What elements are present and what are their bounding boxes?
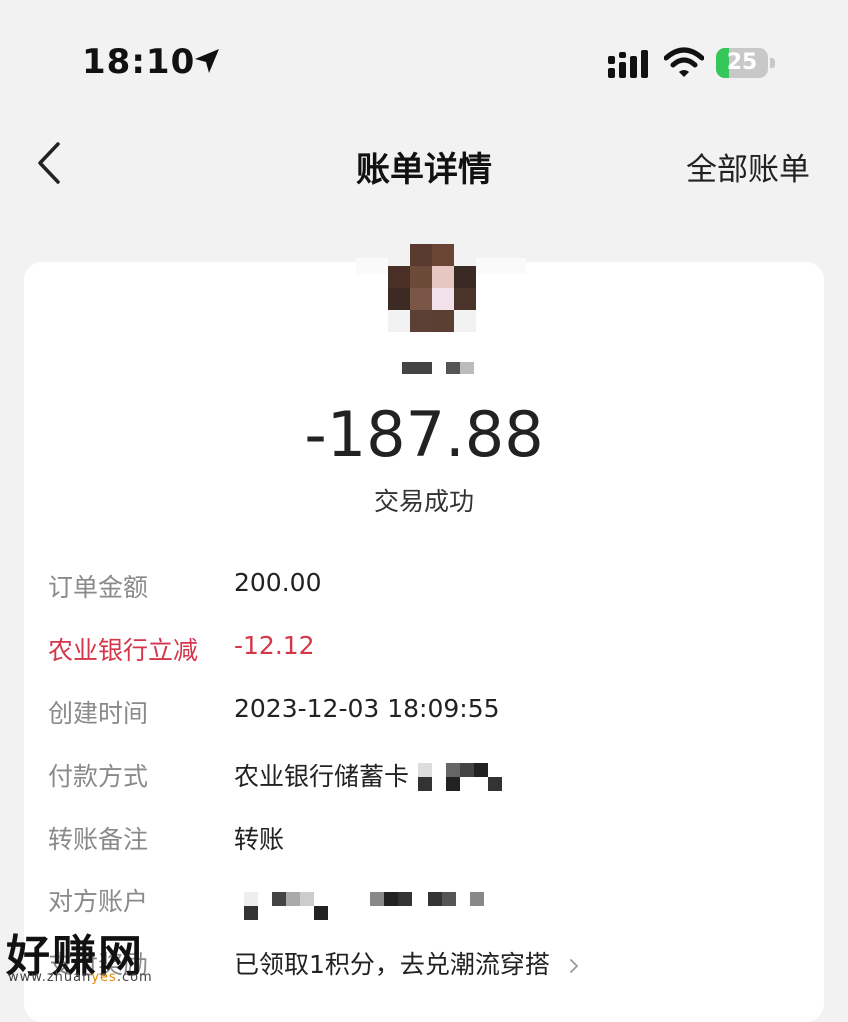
all-bills-link[interactable]: 全部账单: [686, 144, 810, 189]
detail-value: -12.12: [234, 631, 315, 660]
detail-label: 订单金额: [48, 573, 149, 602]
wifi-icon: [664, 47, 704, 77]
detail-value: 农业银行储蓄卡: [234, 762, 410, 791]
battery-icon: 25: [716, 48, 776, 78]
status-bar: 18:10 25: [0, 0, 848, 110]
detail-label: 创建时间: [48, 699, 149, 728]
detail-row-created-time: 创建时间 2023-12-03 18:09:55: [48, 694, 808, 738]
detail-label: 转账备注: [48, 825, 149, 854]
detail-row-discount: 农业银行立减 -12.12: [48, 631, 808, 675]
detail-value: 转账: [234, 825, 285, 854]
watermark-url: www.zhuanyes.com: [8, 970, 153, 985]
battery-level-text: 25: [726, 50, 758, 75]
detail-label: 对方账户: [48, 887, 149, 916]
status-time: 18:10: [82, 42, 196, 82]
detail-row-order-amount: 订单金额 200.00: [48, 568, 808, 612]
counterparty-name-redacted: [402, 362, 476, 374]
detail-row-payment-method: 付款方式 农业银行储蓄卡: [48, 757, 808, 801]
transaction-status: 交易成功: [373, 487, 474, 516]
watermark-logo: 好赚网 www.zhuanyes.com: [6, 920, 196, 990]
reward-text: 已领取1积分，去兑潮流穿搭: [234, 950, 550, 979]
chevron-right-icon: [569, 959, 578, 973]
signal-icon: [608, 50, 648, 78]
detail-value: 200.00: [234, 568, 322, 597]
transaction-amount: -187.88: [304, 398, 544, 471]
avatar: [388, 244, 476, 332]
reward-link[interactable]: 已领取1积分，去兑潮流穿搭: [234, 945, 582, 981]
detail-value: 2023-12-03 18:09:55: [234, 694, 500, 723]
nav-bar: 账单详情 全部账单: [0, 120, 848, 210]
detail-row-transfer-note: 转账备注 转账: [48, 820, 808, 864]
detail-label: 农业银行立减: [48, 636, 199, 665]
detail-label: 付款方式: [48, 762, 149, 791]
location-arrow-icon: [195, 49, 219, 73]
